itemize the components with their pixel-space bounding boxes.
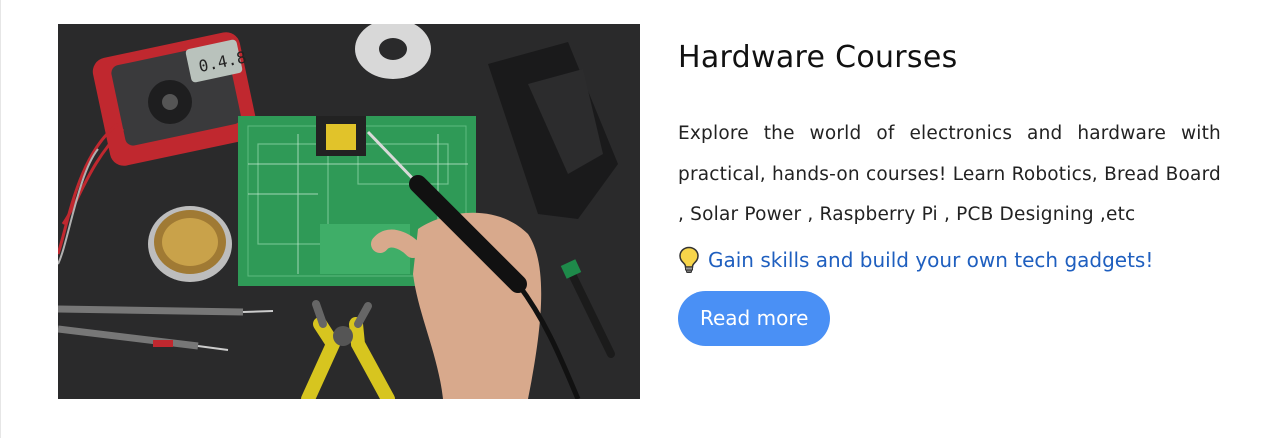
- read-more-button[interactable]: Read more: [678, 290, 831, 346]
- hardware-course-image: 0.4.8: [58, 24, 640, 399]
- course-tip: Gain skills and build your own tech gadg…: [678, 245, 1221, 275]
- course-content: Hardware Courses Explore the world of el…: [678, 30, 1221, 346]
- course-title: Hardware Courses: [678, 40, 958, 75]
- tip-text: Gain skills and build your own tech gadg…: [708, 247, 1154, 272]
- lightbulb-icon: [678, 246, 700, 274]
- course-description: Explore the world of electronics and har…: [678, 123, 1221, 225]
- course-card: 0.4.8 Hardware Courses Explore the world…: [0, 0, 1276, 438]
